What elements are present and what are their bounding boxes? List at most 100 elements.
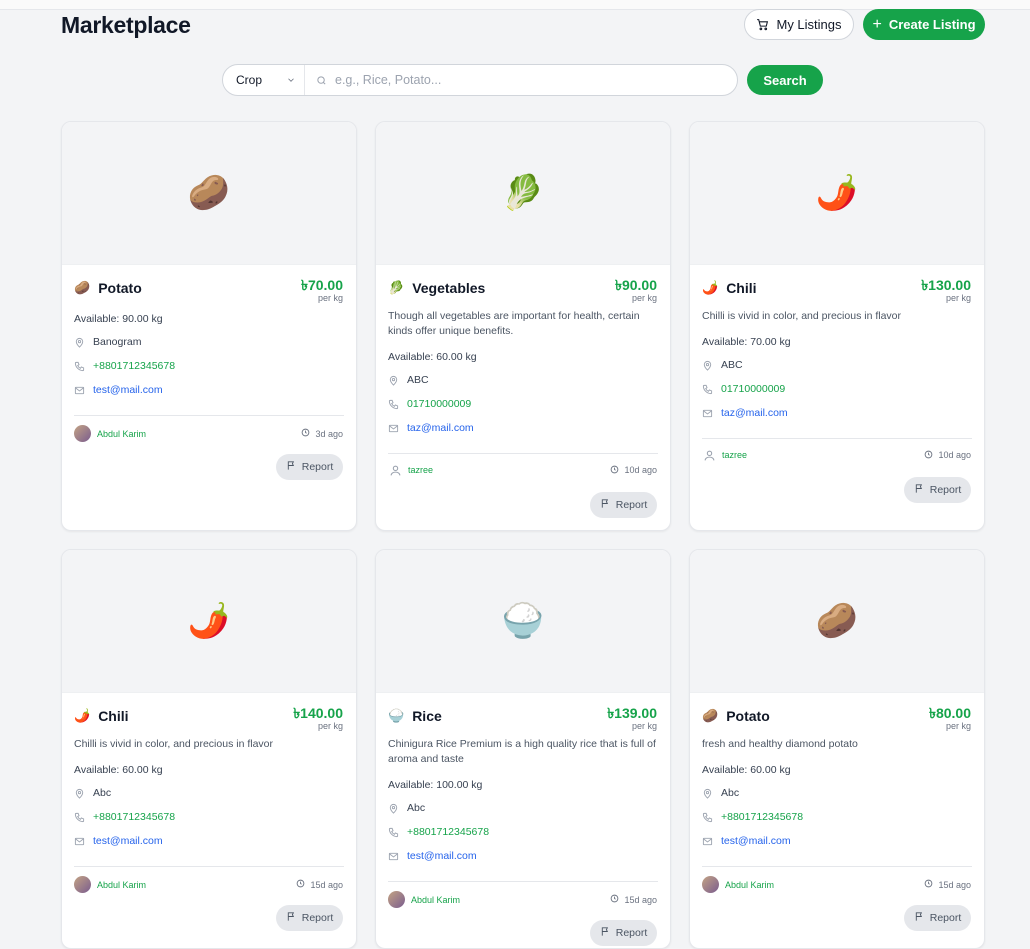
user-icon bbox=[702, 448, 716, 462]
posted-time: 15d ago bbox=[296, 879, 343, 890]
report-button[interactable]: Report bbox=[276, 454, 343, 480]
email-text: test@mail.com bbox=[93, 835, 163, 847]
product-emoji-icon: 🌶️ bbox=[702, 280, 719, 295]
posted-time-text: 10d ago bbox=[938, 450, 971, 460]
clock-icon bbox=[924, 450, 933, 461]
location-text: Banogram bbox=[93, 336, 142, 348]
phone-link[interactable]: +8801712345678 bbox=[74, 359, 344, 373]
email-link[interactable]: test@mail.com bbox=[74, 834, 344, 848]
posted-time: 10d ago bbox=[924, 450, 971, 461]
report-label: Report bbox=[929, 484, 962, 496]
clock-icon bbox=[296, 879, 305, 890]
flag-icon bbox=[600, 498, 611, 512]
create-listing-button[interactable]: + Create Listing bbox=[863, 9, 985, 40]
price-amount: ৳80.00 bbox=[928, 705, 971, 721]
email-link[interactable]: taz@mail.com bbox=[702, 406, 972, 420]
report-button[interactable]: Report bbox=[590, 492, 657, 518]
mail-icon bbox=[702, 836, 713, 847]
product-image[interactable]: 🥔 bbox=[62, 122, 356, 265]
product-image-emoji: 🍚 bbox=[501, 602, 545, 640]
user-icon bbox=[388, 463, 402, 477]
clock-icon bbox=[610, 465, 619, 476]
location: ABC bbox=[388, 373, 658, 387]
report-label: Report bbox=[615, 499, 648, 511]
price-amount: ৳70.00 bbox=[300, 277, 343, 293]
email-link[interactable]: test@mail.com bbox=[74, 383, 344, 397]
seller-name: tazree bbox=[408, 465, 434, 475]
seller-avatar bbox=[74, 876, 91, 893]
seller-name: tazree bbox=[722, 450, 748, 460]
phone-link[interactable]: +8801712345678 bbox=[388, 825, 658, 839]
listing-card[interactable]: 🍚 🍚 Rice ৳139.00 per kg Chinigura Rice Premiu… bbox=[375, 549, 671, 949]
seller: Abdul Karim bbox=[74, 425, 146, 442]
product-image[interactable]: 🥔 bbox=[690, 550, 984, 693]
phone-icon bbox=[702, 384, 713, 395]
report-button[interactable]: Report bbox=[904, 905, 971, 931]
email-link[interactable]: test@mail.com bbox=[388, 849, 658, 863]
product-image[interactable]: 🌶️ bbox=[62, 550, 356, 693]
email-link[interactable]: taz@mail.com bbox=[388, 421, 658, 435]
listing-card[interactable]: 🥔 🥔 Potato ৳70.00 per kg Available: 90.00 kg B… bbox=[61, 121, 357, 531]
listing-card[interactable]: 🥔 🥔 Potato ৳80.00 per kg fresh and healthy di… bbox=[689, 549, 985, 949]
flag-icon bbox=[286, 911, 297, 925]
phone-link[interactable]: +8801712345678 bbox=[702, 810, 972, 824]
price-amount: ৳130.00 bbox=[921, 277, 971, 293]
phone-icon bbox=[388, 399, 399, 410]
product-emoji-icon: 🍚 bbox=[388, 708, 405, 723]
product-image[interactable]: 🌶️ bbox=[690, 122, 984, 265]
search-input[interactable]: e.g., Rice, Potato... bbox=[305, 73, 737, 87]
email-link[interactable]: test@mail.com bbox=[702, 834, 972, 848]
search-button[interactable]: Search bbox=[747, 65, 823, 95]
location-pin-icon bbox=[388, 803, 399, 814]
price: ৳140.00 per kg bbox=[293, 705, 343, 731]
page-title: Marketplace bbox=[61, 12, 191, 38]
price: ৳139.00 per kg bbox=[607, 705, 657, 731]
product-name: Chili bbox=[98, 708, 129, 724]
product-image-emoji: 🌶️ bbox=[187, 602, 231, 640]
report-button[interactable]: Report bbox=[904, 477, 971, 503]
email-text: test@mail.com bbox=[407, 850, 477, 862]
card-footer: Abdul Karim 15d ago bbox=[702, 876, 971, 893]
available-quantity: Available: 60.00 kg bbox=[74, 764, 163, 776]
price-amount: ৳140.00 bbox=[293, 705, 343, 721]
phone-link[interactable]: 01710000009 bbox=[388, 397, 658, 411]
report-button[interactable]: Report bbox=[276, 905, 343, 931]
seller-avatar bbox=[702, 876, 719, 893]
listing-card[interactable]: 🥬 🥬 Vegetables ৳90.00 per kg Though all veget… bbox=[375, 121, 671, 531]
listing-card[interactable]: 🌶️ 🌶️ Chili ৳130.00 per kg Chilli is vivid in… bbox=[689, 121, 985, 531]
location: ABC bbox=[702, 358, 972, 372]
flag-icon bbox=[914, 483, 925, 497]
location-text: ABC bbox=[721, 359, 743, 371]
phone-link[interactable]: 01710000009 bbox=[702, 382, 972, 396]
my-listings-label: My Listings bbox=[776, 17, 842, 32]
phone-link[interactable]: +8801712345678 bbox=[74, 810, 344, 824]
card-footer: tazree 10d ago bbox=[702, 448, 971, 462]
listing-card[interactable]: 🌶️ 🌶️ Chili ৳140.00 per kg Chilli is vivid in… bbox=[61, 549, 357, 949]
card-footer: Abdul Karim 3d ago bbox=[74, 425, 343, 442]
create-listing-label: Create Listing bbox=[888, 17, 976, 32]
card-footer: tazree 10d ago bbox=[388, 463, 657, 477]
price-unit: per kg bbox=[945, 721, 971, 731]
my-listings-button[interactable]: My Listings bbox=[744, 9, 854, 40]
product-image-emoji: 🥔 bbox=[815, 602, 859, 640]
product-name: Rice bbox=[412, 708, 442, 724]
product-image[interactable]: 🍚 bbox=[376, 550, 670, 693]
report-label: Report bbox=[301, 461, 334, 473]
location-text: Abc bbox=[407, 802, 426, 814]
card-body: 🥬 Vegetables ৳90.00 per kg Though all vegeta… bbox=[376, 265, 670, 435]
product-emoji-icon: 🥔 bbox=[74, 280, 91, 295]
location-text: Abc bbox=[93, 787, 112, 799]
card-divider bbox=[702, 866, 972, 867]
search-placeholder: e.g., Rice, Potato... bbox=[335, 73, 442, 87]
report-button[interactable]: Report bbox=[590, 920, 657, 946]
flag-icon bbox=[600, 926, 611, 940]
price: ৳80.00 per kg bbox=[929, 705, 971, 731]
crop-select[interactable]: Crop bbox=[223, 65, 305, 95]
card-body: 🌶️ Chili ৳140.00 per kg Chilli is vivid in c… bbox=[62, 693, 356, 848]
available-quantity: Available: 60.00 kg bbox=[702, 764, 791, 776]
mail-icon bbox=[388, 851, 399, 862]
seller-name: Abdul Karim bbox=[97, 428, 147, 439]
product-image[interactable]: 🥬 bbox=[376, 122, 670, 265]
available-quantity: Available: 100.00 kg bbox=[388, 779, 483, 791]
available-quantity: Available: 90.00 kg bbox=[74, 313, 163, 325]
